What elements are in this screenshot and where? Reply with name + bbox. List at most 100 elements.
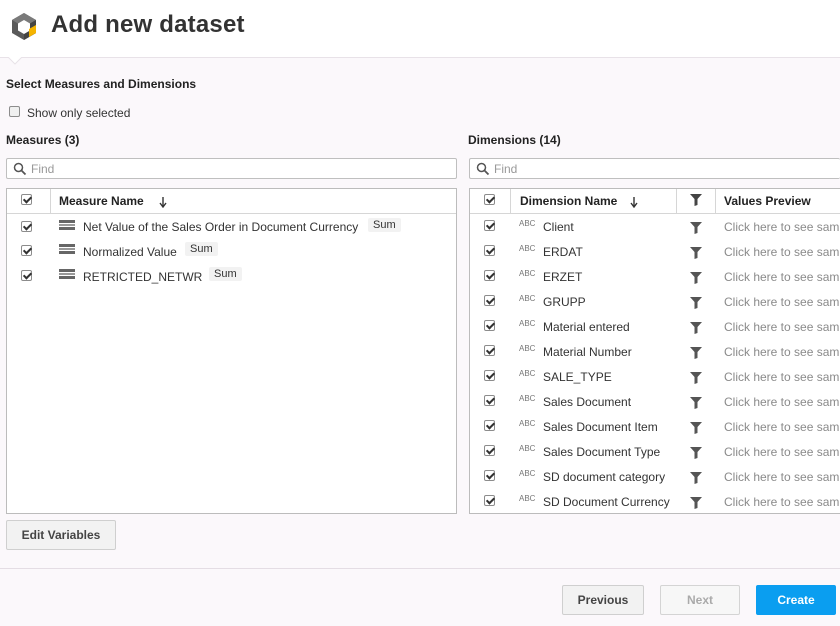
filter-icon[interactable] [690,322,702,334]
dimension-checkbox[interactable] [484,320,495,331]
measure-checkbox[interactable] [21,270,32,281]
sort-down-icon[interactable] [159,197,167,208]
dimension-row[interactable]: ABC Client Click here to see sam [470,214,840,239]
filter-icon[interactable] [690,372,702,384]
aggregation-badge[interactable]: Sum [209,267,242,281]
dimension-checkbox[interactable] [484,245,495,256]
dimension-row[interactable]: ABC Material Number Click here to see sam [470,339,840,364]
dimension-row[interactable]: ABC ERZET Click here to see sam [470,264,840,289]
measure-name: Normalized Value [83,245,177,259]
measures-select-all-checkbox[interactable] [21,194,32,205]
aggregation-badge[interactable]: Sum [185,242,218,256]
section-title: Select Measures and Dimensions [6,77,197,91]
values-preview-link[interactable]: Click here to see sam [724,295,839,309]
dimension-name: SD Document Currency [543,495,670,509]
dimension-checkbox[interactable] [484,370,495,381]
dimension-checkbox[interactable] [484,220,495,231]
measure-checkbox[interactable] [21,245,32,256]
values-preview-link[interactable]: Click here to see sam [724,470,839,484]
dimension-checkbox[interactable] [484,420,495,431]
measures-search-input[interactable] [31,161,331,176]
dimension-row[interactable]: ABC Sales Document Type Click here to see … [470,439,840,464]
dimension-row[interactable]: ABC SALE_TYPE Click here to see sam [470,364,840,389]
dimensions-search [469,158,840,179]
aggregation-badge[interactable]: Sum [368,218,401,232]
dimension-row[interactable]: ABC SD Document Currency Click here to see… [470,489,840,513]
string-type-icon: ABC [519,294,536,303]
header-pointer [8,57,22,65]
dimensions-search-input[interactable] [494,161,794,176]
dimension-row[interactable]: ABC Sales Document Click here to see sam [470,389,840,414]
dimensions-table-header: Dimension Name Values Preview [470,189,840,214]
values-preview-link[interactable]: Click here to see sam [724,245,839,259]
search-icon [476,162,490,176]
filter-icon[interactable] [690,397,702,409]
measure-icon [59,220,75,230]
measure-name: Net Value of the Sales Order in Document… [83,220,359,234]
values-preview-link[interactable]: Click here to see sam [724,370,839,384]
footer-divider [0,568,840,569]
dimension-row[interactable]: ABC Sales Document Item Click here to see … [470,414,840,439]
dimension-row[interactable]: ABC SD document category Click here to see… [470,464,840,489]
values-preview-link[interactable]: Click here to see sam [724,345,839,359]
dimension-checkbox[interactable] [484,495,495,506]
dimensions-title: Dimensions (14) [468,133,561,147]
dimension-name: GRUPP [543,295,586,309]
next-button[interactable]: Next [660,585,740,615]
dimension-checkbox[interactable] [484,470,495,481]
filter-icon[interactable] [690,447,702,459]
values-preview-link[interactable]: Click here to see sam [724,320,839,334]
search-icon [13,162,27,176]
filter-icon[interactable] [690,194,702,206]
measure-row[interactable]: Normalized Value Sum [7,239,456,264]
values-preview-link[interactable]: Click here to see sam [724,495,839,509]
values-preview-link[interactable]: Click here to see sam [724,395,839,409]
values-preview-link[interactable]: Click here to see sam [724,420,839,434]
string-type-icon: ABC [519,469,536,478]
filter-icon[interactable] [690,497,702,509]
dimension-row[interactable]: ABC GRUPP Click here to see sam [470,289,840,314]
sort-down-icon[interactable] [630,197,638,208]
measure-checkbox[interactable] [21,221,32,232]
dimensions-select-all-checkbox[interactable] [484,194,495,205]
string-type-icon: ABC [519,394,536,403]
filter-icon[interactable] [690,347,702,359]
dimension-name: Sales Document [543,395,632,409]
filter-icon[interactable] [690,422,702,434]
dimension-row[interactable]: ABC ERDAT Click here to see sam [470,239,840,264]
values-preview-link[interactable]: Click here to see sam [724,270,839,284]
dimension-checkbox[interactable] [484,395,495,406]
edit-variables-button[interactable]: Edit Variables [6,520,116,550]
measure-icon [59,244,75,254]
filter-icon[interactable] [690,247,702,259]
measure-name-header[interactable]: Measure Name [59,194,144,208]
measure-row[interactable]: Net Value of the Sales Order in Document… [7,214,456,239]
dimension-name: Material Number [543,345,632,359]
values-preview-link[interactable]: Click here to see sam [724,220,839,234]
dimension-name: ERDAT [543,245,583,259]
dimension-checkbox[interactable] [484,295,495,306]
dimension-name: Material entered [543,320,630,334]
measure-row[interactable]: RETRICTED_NETWR Sum [7,264,456,289]
dimension-row[interactable]: ABC Material entered Click here to see sam [470,314,840,339]
values-preview-link[interactable]: Click here to see sam [724,445,839,459]
dimension-checkbox[interactable] [484,345,495,356]
show-only-selected-checkbox[interactable] [9,106,20,117]
filter-icon[interactable] [690,222,702,234]
measures-table: Measure Name Net Value of the Sales Orde… [6,188,457,514]
previous-button[interactable]: Previous [562,585,644,615]
dimension-checkbox[interactable] [484,445,495,456]
dimension-name-header[interactable]: Dimension Name [520,194,617,208]
string-type-icon: ABC [519,344,536,353]
show-only-selected-label: Show only selected [27,106,131,120]
cube-logo-icon [12,13,36,40]
measure-name: RETRICTED_NETWR [83,270,203,284]
string-type-icon: ABC [519,369,536,378]
filter-icon[interactable] [690,272,702,284]
measures-title: Measures (3) [6,133,80,147]
create-button[interactable]: Create [756,585,836,615]
filter-icon[interactable] [690,472,702,484]
dimension-name: Client [543,220,574,234]
dimension-checkbox[interactable] [484,270,495,281]
filter-icon[interactable] [690,297,702,309]
